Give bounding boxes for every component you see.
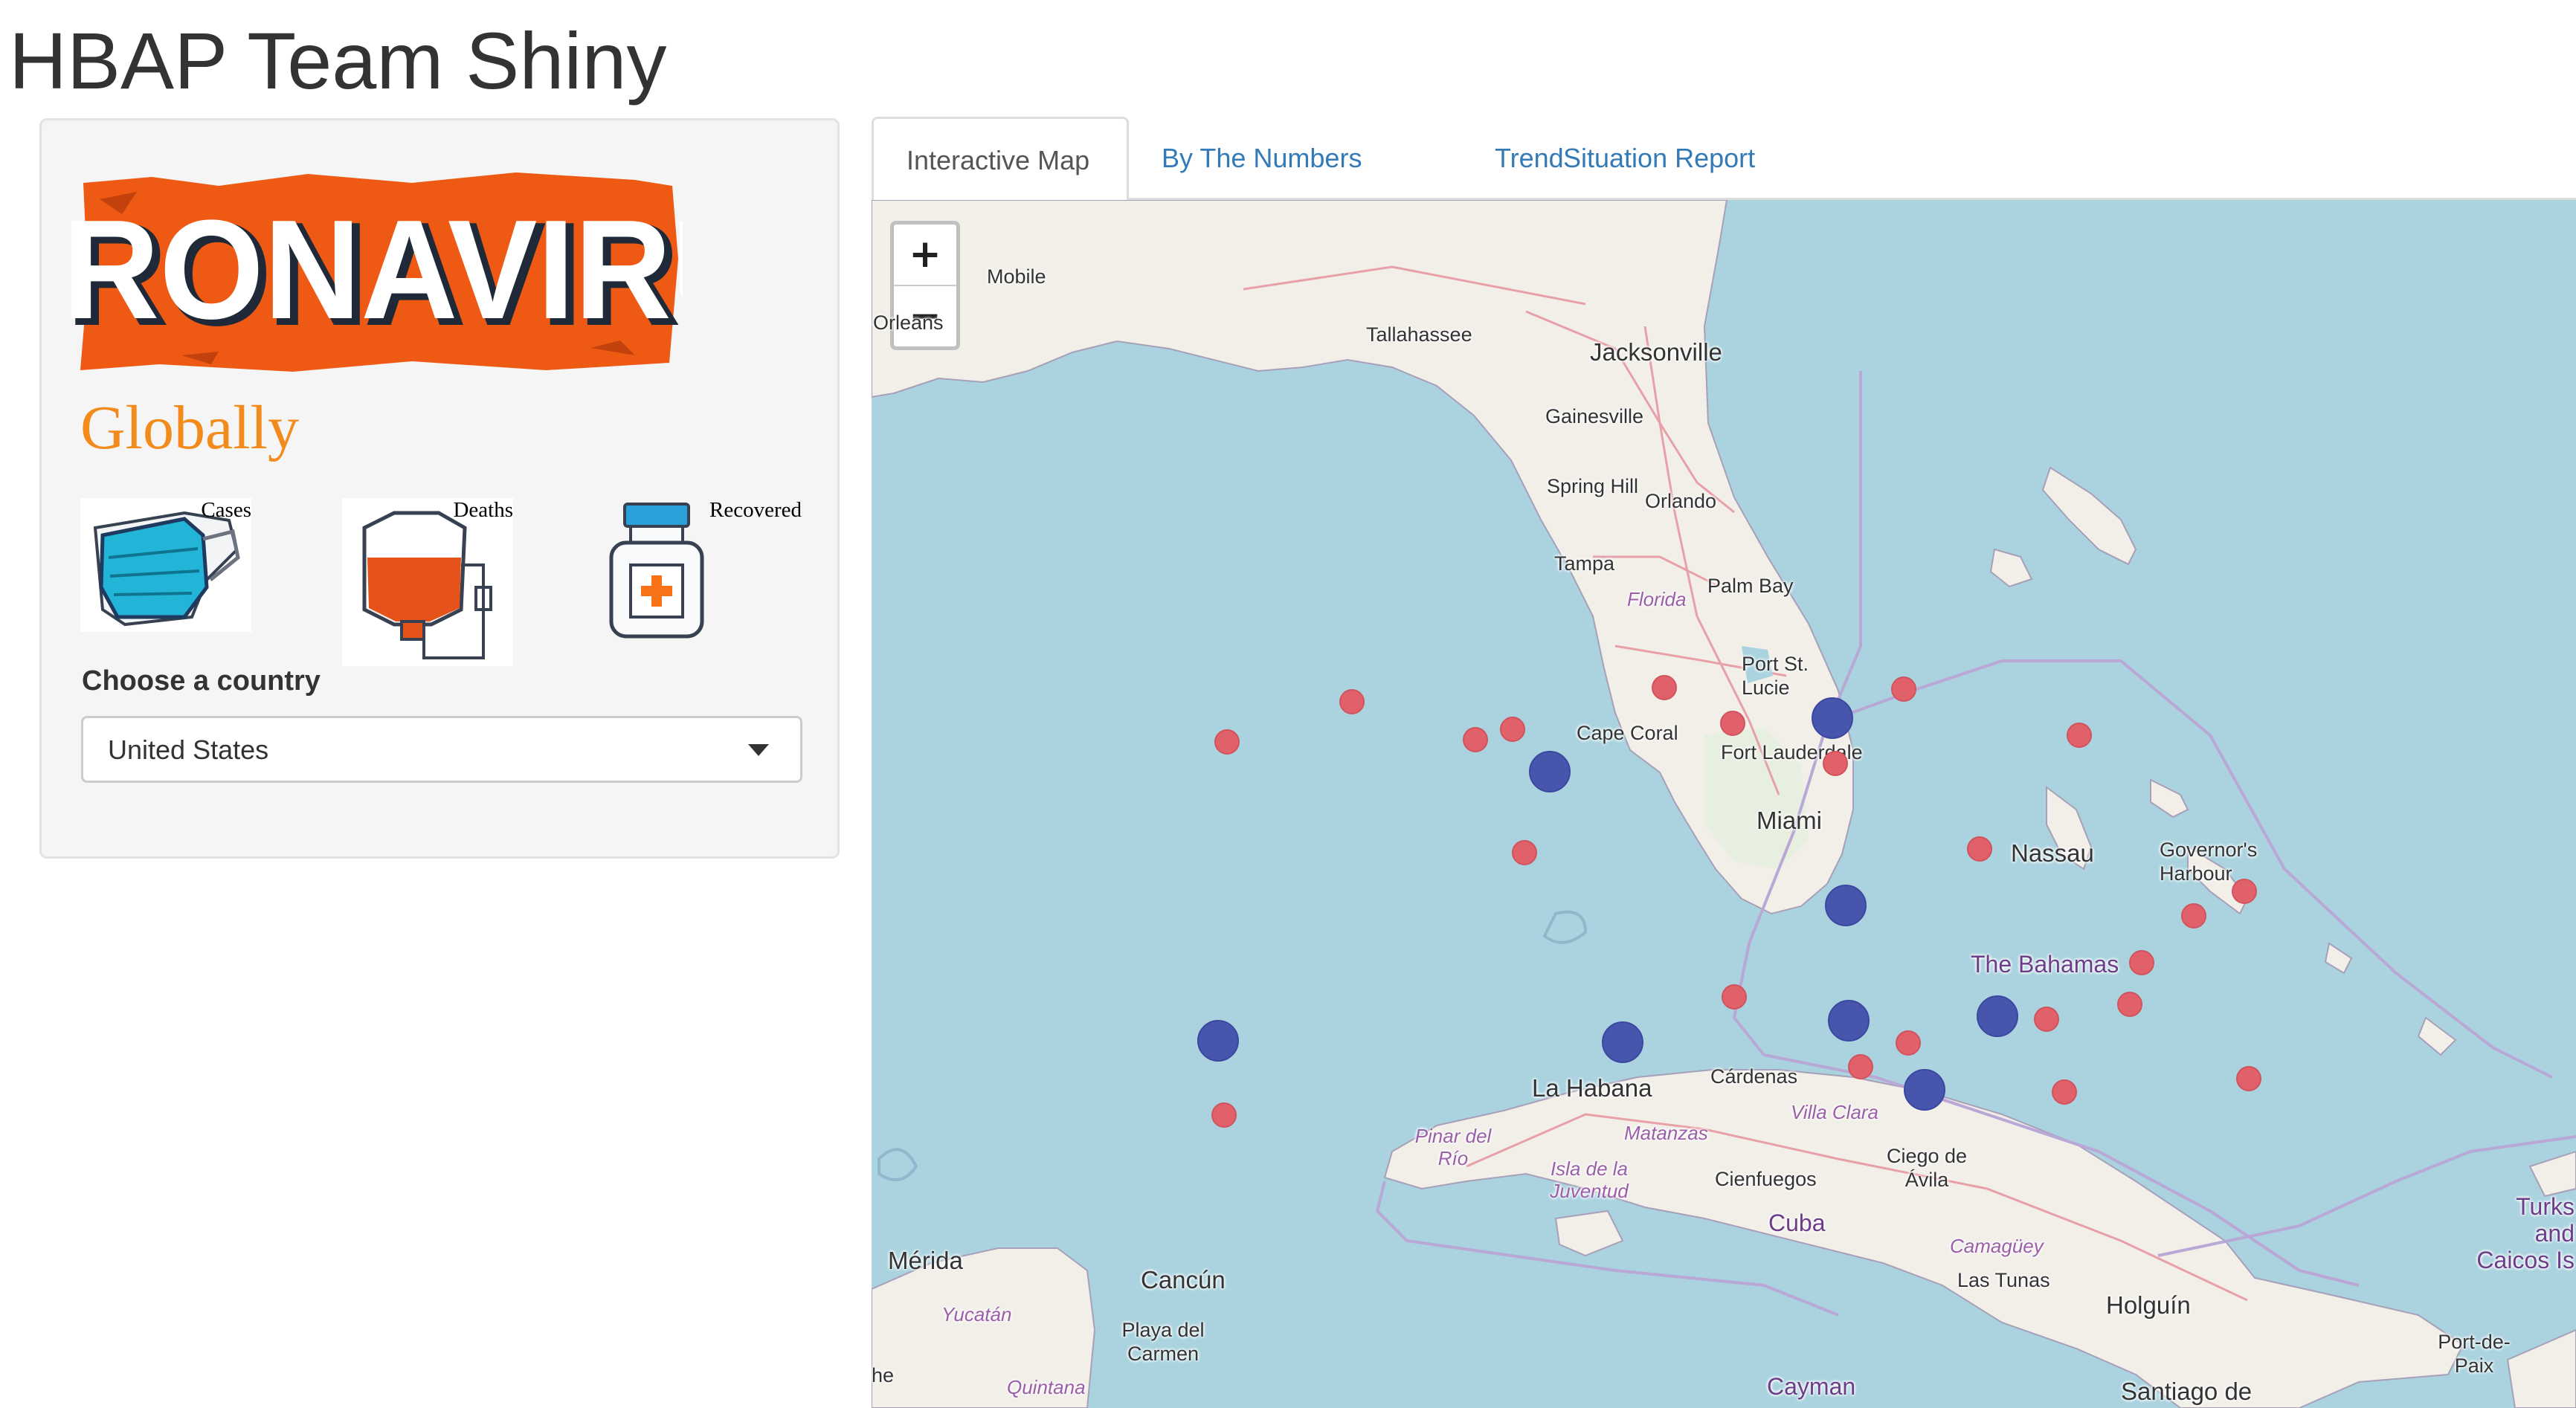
- case-marker-large[interactable]: [1977, 995, 2018, 1037]
- place-label: Jacksonville: [1590, 338, 1722, 366]
- place-label: Cape Coral: [1577, 722, 1678, 744]
- case-marker[interactable]: [1722, 984, 1747, 1010]
- case-marker[interactable]: [1214, 729, 1240, 755]
- case-marker-large[interactable]: [1529, 751, 1571, 792]
- case-marker[interactable]: [1848, 1054, 1873, 1079]
- place-label: Cayman: [1767, 1373, 1856, 1400]
- caret-down-icon: [748, 744, 769, 756]
- case-marker[interactable]: [1339, 689, 1365, 714]
- case-marker[interactable]: [1512, 840, 1537, 865]
- place-label: Cárdenas: [1710, 1065, 1798, 1088]
- place-label: Orlando: [1645, 490, 1717, 512]
- tab-by-the-numbers[interactable]: By The Numbers: [1129, 117, 1394, 200]
- case-marker-large[interactable]: [1602, 1021, 1643, 1063]
- case-marker[interactable]: [2034, 1007, 2059, 1032]
- case-marker[interactable]: [2129, 950, 2154, 975]
- case-marker[interactable]: [2117, 992, 2142, 1017]
- case-marker[interactable]: [1823, 751, 1848, 776]
- recovered-stat[interactable]: Recovered: [601, 498, 802, 647]
- place-label: Florida: [1627, 588, 1687, 610]
- place-label: The Bahamas: [1971, 951, 2119, 978]
- place-label: Governor's Harbour: [2160, 839, 2258, 885]
- svg-text:CORONAVIRUS: CORONAVIRUS: [70, 191, 683, 349]
- case-marker[interactable]: [2232, 879, 2257, 904]
- case-marker[interactable]: [1652, 675, 1677, 700]
- place-label: Cancún: [1141, 1266, 1226, 1294]
- place-label: Yucatán: [941, 1303, 1012, 1325]
- case-marker-large[interactable]: [1197, 1020, 1239, 1062]
- place-label: Nassau: [2011, 839, 2094, 867]
- place-label: Tallahassee: [1366, 323, 1472, 346]
- place-label: Orleans: [873, 311, 944, 334]
- place-label: Port St. Lucie: [1742, 653, 1809, 699]
- sidebar-panel: CORONAVIRUS CORONAVIRUS Globally Cases D…: [39, 118, 840, 859]
- place-label: Isla de la Juventud: [1550, 1157, 1629, 1202]
- case-marker[interactable]: [1896, 1030, 1921, 1056]
- place-label: La Habana: [1532, 1074, 1652, 1102]
- place-label: Villa Clara: [1791, 1101, 1879, 1123]
- case-marker[interactable]: [2181, 903, 2206, 929]
- case-marker[interactable]: [2236, 1066, 2261, 1091]
- case-marker[interactable]: [2067, 723, 2092, 748]
- case-marker[interactable]: [1720, 711, 1745, 736]
- deaths-label: Deaths: [453, 498, 513, 522]
- place-label: Camagüey: [1950, 1235, 2044, 1257]
- place-label: Port-de-Paix: [2438, 1331, 2511, 1377]
- place-label: Turks and Caicos Is: [2476, 1193, 2575, 1273]
- cases-stat[interactable]: Cases: [80, 498, 251, 632]
- place-label: Cuba: [1768, 1210, 1826, 1236]
- deaths-stat[interactable]: Deaths: [342, 498, 513, 666]
- place-label: Pinar del Río: [1414, 1125, 1492, 1169]
- case-marker[interactable]: [2052, 1079, 2077, 1105]
- coronavirus-logo: CORONAVIRUS CORONAVIRUS: [70, 172, 683, 372]
- country-select[interactable]: United States: [81, 716, 802, 783]
- place-label: Tampa: [1554, 552, 1615, 575]
- place-label: Gainesville: [1545, 405, 1644, 427]
- place-label: Matanzas: [1624, 1122, 1708, 1144]
- country-select-label: Choose a country: [82, 665, 321, 697]
- case-marker[interactable]: [1891, 676, 1916, 702]
- place-label: Mérida: [888, 1247, 963, 1274]
- tab-bar: Interactive Map By The Numbers Trend Sit…: [872, 117, 2576, 202]
- place-label: Santiago de: [2121, 1378, 2253, 1405]
- place-label: Quintana: [1007, 1376, 1086, 1398]
- map-basemap: [872, 200, 2576, 1408]
- place-label: Las Tunas: [1957, 1269, 2050, 1291]
- recovered-label: Recovered: [709, 498, 802, 522]
- case-marker-large[interactable]: [1825, 885, 1867, 926]
- place-label: Holguín: [2106, 1291, 2191, 1319]
- case-marker[interactable]: [1463, 727, 1488, 752]
- case-marker-large[interactable]: [1812, 697, 1853, 739]
- case-marker-large[interactable]: [1904, 1069, 1945, 1111]
- place-label: Mobile: [987, 265, 1046, 288]
- case-marker-large[interactable]: [1828, 1000, 1870, 1042]
- place-label: Palm Bay: [1707, 575, 1794, 597]
- interactive-map[interactable]: + − Mobile Orleans Tallahassee Jacksonvi…: [872, 200, 2576, 1408]
- place-label: Miami: [1756, 807, 1822, 834]
- case-marker[interactable]: [1211, 1102, 1237, 1128]
- place-label: Spring Hill: [1547, 475, 1639, 497]
- place-label: he: [872, 1364, 895, 1386]
- cases-label: Cases: [201, 498, 251, 522]
- tab-situation-report[interactable]: Situation Report: [1530, 117, 1788, 200]
- app-title: HBAP Team Shiny: [9, 16, 667, 106]
- medicine-bottle-icon: [609, 503, 704, 639]
- case-marker[interactable]: [1500, 717, 1525, 742]
- globally-heading: Globally: [80, 393, 299, 462]
- tab-interactive-map[interactable]: Interactive Map: [872, 117, 1129, 202]
- place-label: Playa del Carmen: [1121, 1319, 1205, 1365]
- zoom-in-button[interactable]: +: [894, 225, 956, 286]
- place-label: Cienfuegos: [1715, 1168, 1817, 1190]
- country-select-value: United States: [108, 734, 269, 765]
- place-label: Ciego de Ávila: [1886, 1145, 1968, 1191]
- blood-bag-icon: [362, 511, 492, 659]
- case-marker[interactable]: [1967, 836, 1992, 862]
